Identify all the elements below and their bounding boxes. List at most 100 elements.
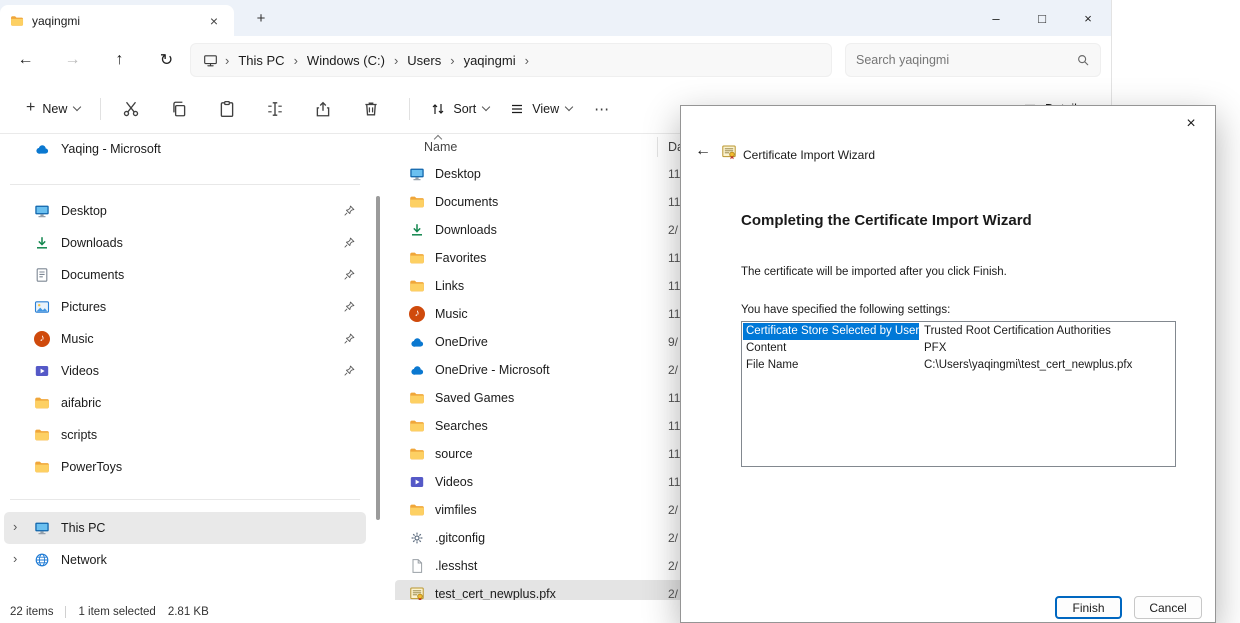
sidebar-item-aifabric[interactable]: aifabric — [4, 387, 366, 419]
nav-buttons: ← → ↑ ↻ — [2, 42, 190, 78]
sidebar-separator — [10, 499, 360, 500]
close-icon: × — [1186, 115, 1195, 133]
breadcrumb-users[interactable]: Users — [405, 53, 443, 68]
file-icon — [409, 558, 425, 574]
sidebar-item-onedrive-account[interactable]: Yaqing - Microsoft — [4, 134, 366, 164]
forward-icon: → — [65, 51, 81, 69]
cut-icon — [122, 100, 140, 118]
chevron-right-icon[interactable]: › — [13, 551, 17, 566]
sidebar-item-scripts[interactable]: scripts — [4, 419, 366, 451]
forward-button[interactable]: → — [49, 42, 96, 78]
folder-icon — [34, 427, 50, 443]
new-button[interactable]: + New — [16, 92, 90, 126]
refresh-button[interactable]: ↻ — [143, 42, 190, 78]
gear-icon — [409, 530, 425, 546]
back-icon: ← — [695, 142, 711, 159]
downloads-icon — [409, 222, 425, 238]
file-date: 11 — [668, 167, 680, 181]
cancel-button[interactable]: Cancel — [1134, 596, 1202, 619]
close-icon: × — [1084, 11, 1092, 26]
up-button[interactable]: ↑ — [96, 42, 143, 78]
chevron-right-icon[interactable]: › — [13, 519, 17, 534]
toolbar-separator — [100, 98, 101, 120]
dialog-back-button[interactable]: ← — [695, 142, 711, 160]
breadcrumb-yaqingmi[interactable]: yaqingmi — [462, 53, 518, 68]
sidebar-item-this-pc[interactable]: › This PC — [4, 512, 366, 544]
folder-icon — [34, 459, 50, 475]
search-icon — [1076, 53, 1090, 67]
minimize-button[interactable]: – — [973, 0, 1019, 36]
column-header-name[interactable]: Name — [424, 140, 457, 154]
sidebar-item-documents[interactable]: Documents — [4, 259, 366, 291]
folder-icon — [10, 14, 24, 28]
file-name: .gitconfig — [435, 531, 485, 545]
view-button[interactable]: View — [499, 92, 582, 126]
this-pc-icon — [34, 520, 50, 536]
settings-row-file-name[interactable]: File Name C:\Users\yaqingmi\test_cert_ne… — [743, 357, 1174, 374]
settings-row-content[interactable]: Content PFX — [743, 340, 1174, 357]
search-input[interactable] — [856, 53, 1076, 67]
tab-close-button[interactable]: × — [204, 11, 224, 31]
desktop-icon — [409, 166, 425, 182]
toolbar-separator — [409, 98, 410, 120]
maximize-button[interactable]: □ — [1019, 0, 1065, 36]
sidebar-scrollbar[interactable] — [376, 196, 380, 520]
sidebar-item-network[interactable]: › Network — [4, 544, 366, 576]
videos-icon — [409, 474, 425, 490]
setting-value: Trusted Root Certification Authorities — [919, 323, 1174, 340]
breadcrumb-this-pc[interactable]: This PC — [236, 53, 286, 68]
tab-bar: yaqingmi × + – □ × — [0, 0, 1111, 36]
screen: yaqingmi × + – □ × ← → ↑ ↻ › This PC › — [0, 0, 1240, 623]
sidebar-item-desktop[interactable]: Desktop — [4, 195, 366, 227]
file-date: 11 — [668, 419, 680, 433]
sidebar-item-label: Desktop — [61, 204, 107, 218]
file-date: 2/ — [668, 503, 678, 517]
address-bar[interactable]: › This PC › Windows (C:) › Users › yaqin… — [190, 43, 832, 77]
wizard-heading: Completing the Certificate Import Wizard — [741, 212, 1032, 229]
finish-button[interactable]: Finish — [1055, 596, 1122, 619]
file-date: 11 — [668, 279, 680, 293]
copy-button[interactable] — [159, 92, 199, 126]
close-window-button[interactable]: × — [1065, 0, 1111, 36]
back-icon: ← — [18, 51, 34, 69]
sidebar-item-videos[interactable]: Videos — [4, 355, 366, 387]
cut-button[interactable] — [111, 92, 151, 126]
file-date: 11 — [668, 391, 680, 405]
explorer-tab[interactable]: yaqingmi × — [0, 5, 234, 36]
file-name: test_cert_newplus.pfx — [435, 587, 556, 601]
copy-icon — [170, 100, 188, 118]
settings-row-certificate-store[interactable]: Certificate Store Selected by User Trust… — [743, 323, 1174, 340]
column-divider[interactable] — [657, 137, 658, 157]
paste-button[interactable] — [207, 92, 247, 126]
chevron-down-icon — [73, 102, 81, 110]
rename-button[interactable] — [255, 92, 295, 126]
file-name: vimfiles — [435, 503, 477, 517]
file-date: 9/ — [668, 335, 678, 349]
breadcrumb-windows-c[interactable]: Windows (C:) — [305, 53, 387, 68]
sidebar-item-powertoys[interactable]: PowerToys — [4, 451, 366, 483]
sort-button[interactable]: Sort — [420, 92, 499, 126]
file-name: .lesshst — [435, 559, 477, 573]
file-name: Favorites — [435, 251, 486, 265]
sidebar-item-music[interactable]: ♪ Music — [4, 323, 366, 355]
setting-key: Certificate Store Selected by User — [743, 323, 919, 340]
chevron-right-icon: › — [394, 53, 398, 68]
file-name: Music — [435, 307, 468, 321]
search-box[interactable] — [845, 43, 1101, 77]
navigation-bar: ← → ↑ ↻ › This PC › Windows (C:) › Users… — [0, 36, 1111, 84]
file-date: 11 — [668, 475, 680, 489]
new-tab-button[interactable]: + — [248, 7, 274, 29]
share-button[interactable] — [303, 92, 343, 126]
sidebar-item-pictures[interactable]: Pictures — [4, 291, 366, 323]
maximize-icon: □ — [1038, 11, 1046, 26]
see-more-button[interactable]: ⋯ — [582, 92, 622, 126]
back-button[interactable]: ← — [2, 42, 49, 78]
delete-button[interactable] — [351, 92, 391, 126]
share-icon — [314, 100, 332, 118]
pin-icon — [343, 204, 356, 217]
dialog-close-button[interactable]: × — [1177, 112, 1205, 136]
setting-key: File Name — [743, 357, 919, 374]
sidebar-item-downloads[interactable]: Downloads — [4, 227, 366, 259]
folder-icon — [409, 250, 425, 266]
settings-list[interactable]: Certificate Store Selected by User Trust… — [741, 321, 1176, 467]
